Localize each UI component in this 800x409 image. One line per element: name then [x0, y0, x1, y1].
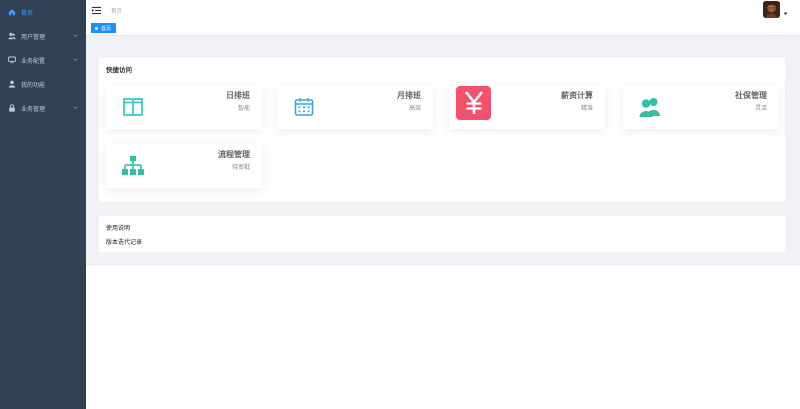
card-title: 社保管理 — [735, 91, 767, 100]
sidebar-item-label: 业务管理 — [21, 105, 46, 113]
usage-instructions-link[interactable]: 使用说明 — [106, 223, 130, 232]
quick-access-panel: 快捷访问 日排班 智能 月排班 高效 薪资计算 精准 社保管理 灵活 流程管理 … — [99, 58, 785, 202]
tag-label: 首页 — [101, 25, 112, 32]
layout-icon — [115, 89, 151, 125]
card-daily-schedule[interactable]: 日排班 智能 — [106, 85, 262, 129]
card-title: 月排班 — [397, 91, 421, 100]
panel-title: 快捷访问 — [106, 66, 132, 74]
monitor-icon — [8, 56, 16, 64]
card-title: 日排班 — [226, 91, 250, 100]
card-monthly-schedule[interactable]: 月排班 高效 — [277, 85, 433, 129]
tree-icon — [115, 148, 151, 184]
card-subtitle: 智能 — [237, 105, 250, 112]
sidebar-item-business-config[interactable]: 业务配置 — [0, 48, 86, 72]
person-icon — [8, 80, 16, 88]
tags-view: 首页 — [86, 21, 800, 36]
chevron-down-icon — [73, 34, 78, 37]
lock-icon — [8, 104, 16, 112]
sidebar: 首页 用户管理 业务配置 我的功能 业务管理 — [0, 0, 86, 409]
sidebar-item-home[interactable]: 首页 — [0, 0, 86, 24]
card-subtitle: 高效 — [408, 105, 421, 112]
sidebar-item-my-functions[interactable]: 我的功能 — [0, 72, 86, 96]
card-title: 薪资计算 — [561, 91, 593, 100]
yen-icon — [456, 86, 491, 120]
sidebar-item-users[interactable]: 用户管理 — [0, 24, 86, 48]
avatar[interactable] — [763, 1, 780, 18]
caret-down-icon[interactable] — [783, 12, 788, 16]
sidebar-item-label: 首页 — [21, 9, 34, 17]
changelog-link[interactable]: 版本迭代记录 — [106, 237, 142, 246]
active-dot-icon — [95, 26, 98, 30]
peoples-icon — [632, 89, 668, 125]
card-subtitle: 灵活 — [754, 105, 767, 112]
calendar-icon — [286, 89, 322, 125]
sidebar-item-label: 业务配置 — [21, 57, 46, 65]
sidebar-item-label: 我的功能 — [21, 81, 46, 89]
sidebar-item-label: 用户管理 — [21, 33, 46, 41]
breadcrumb[interactable]: 首页 — [111, 7, 122, 15]
main-area: 首页 首页 快捷访问 日排班 智能 月排班 高效 薪资计算 精准 社保管理 灵活… — [86, 0, 800, 409]
home-icon — [8, 8, 16, 16]
card-subtitle: 待审批 — [231, 164, 250, 171]
chevron-down-icon — [73, 106, 78, 109]
info-panel: 使用说明 版本迭代记录 — [99, 216, 785, 252]
card-process[interactable]: 流程管理 待审批 — [106, 144, 262, 188]
content-area: 快捷访问 日排班 智能 月排班 高效 薪资计算 精准 社保管理 灵活 流程管理 … — [86, 36, 800, 266]
chevron-down-icon — [73, 58, 78, 61]
navbar: 首页 — [86, 0, 800, 22]
sidebar-item-business-manage[interactable]: 业务管理 — [0, 96, 86, 120]
card-salary[interactable]: 薪资计算 精准 — [449, 85, 605, 129]
hamburger-icon[interactable] — [92, 6, 101, 15]
tag-home[interactable]: 首页 — [91, 23, 117, 33]
card-title: 流程管理 — [218, 150, 250, 159]
card-subtitle: 精准 — [580, 105, 593, 112]
card-social-security[interactable]: 社保管理 灵活 — [623, 85, 779, 129]
user-group-icon — [8, 32, 16, 40]
app-root: 首页 用户管理 业务配置 我的功能 业务管理 首页 首页 快捷访问 日排班 智能… — [0, 0, 800, 409]
